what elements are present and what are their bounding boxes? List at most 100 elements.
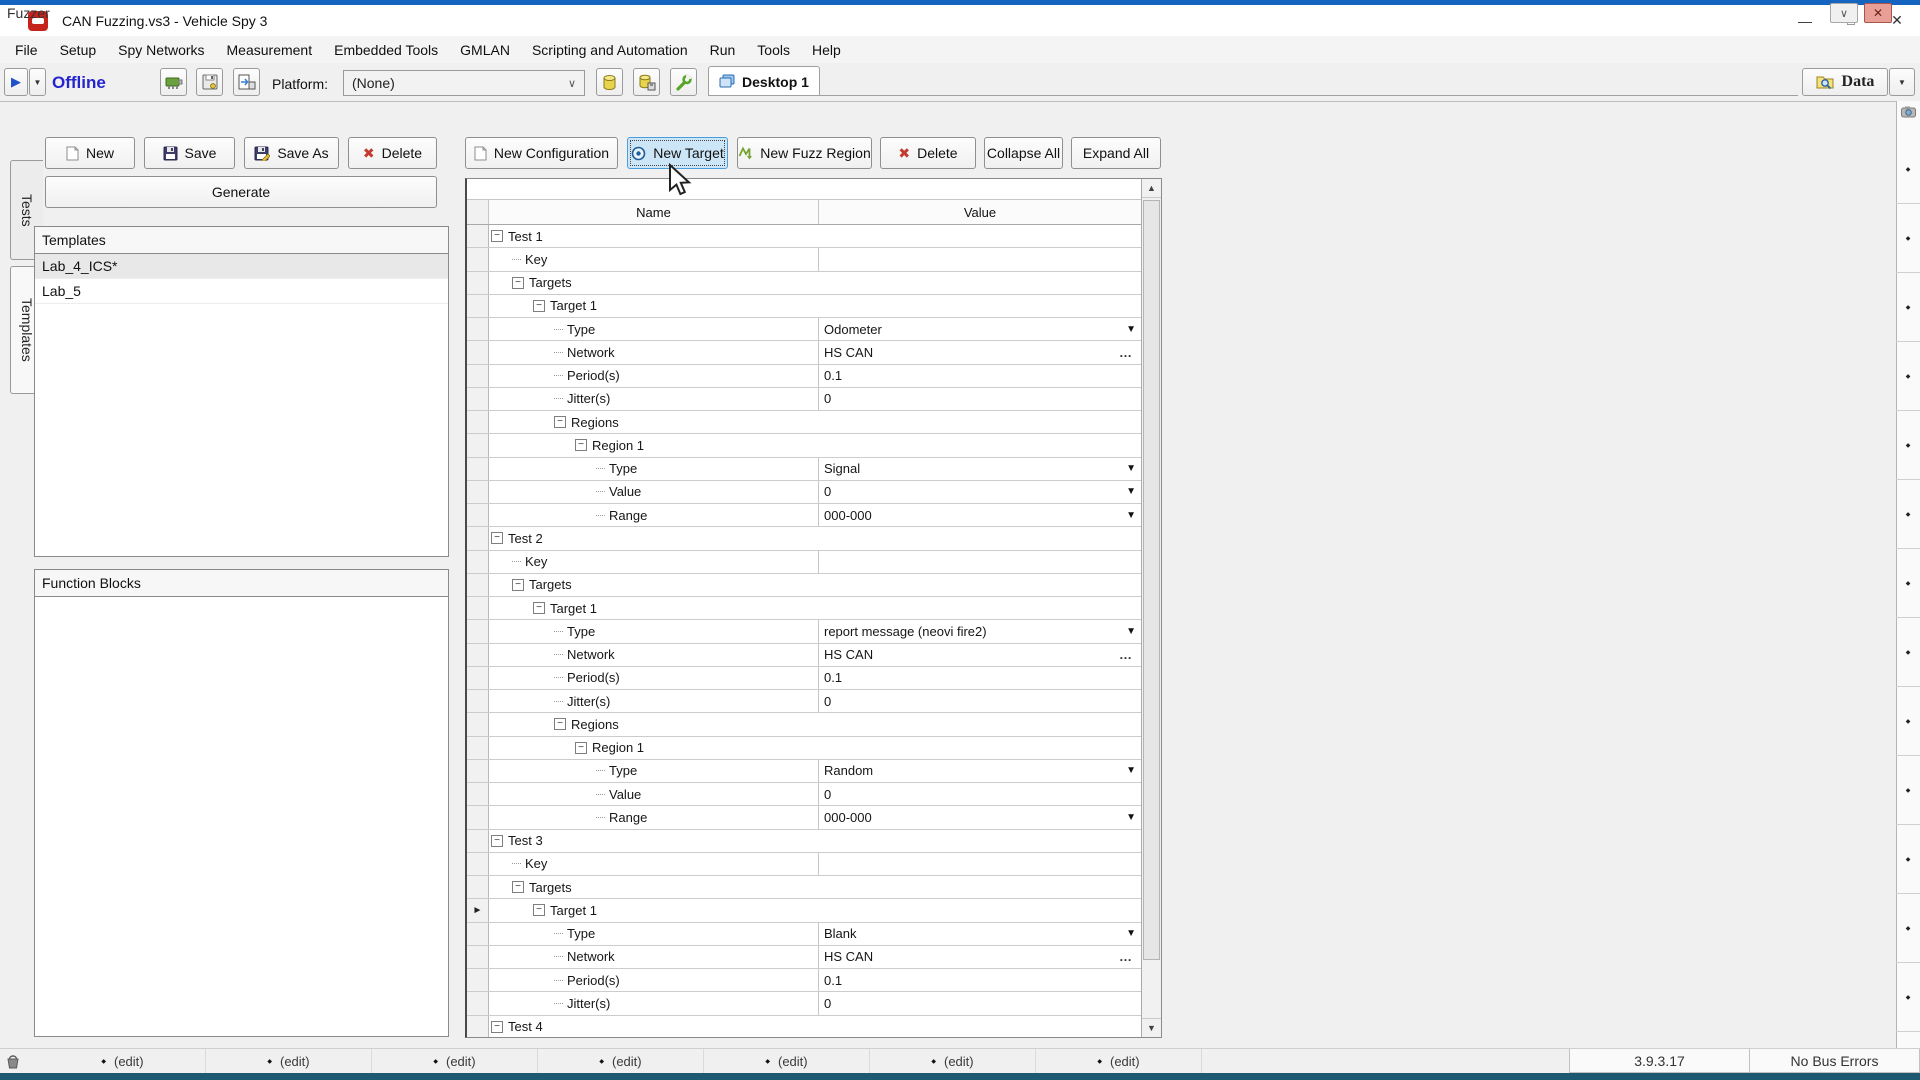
dock-strip-cell[interactable]: ◆ xyxy=(1896,756,1920,825)
table-row[interactable]: Type report message (neovi fire2) ▼ xyxy=(467,620,1141,643)
delete-button[interactable]: ✖ Delete xyxy=(348,137,437,169)
table-row[interactable]: − Target 1 xyxy=(467,295,1141,318)
database-button[interactable] xyxy=(596,68,623,96)
menu-item[interactable]: Help xyxy=(801,38,852,62)
status-edit-cell[interactable]: ◆ (edit) xyxy=(40,1049,206,1073)
ellipsis-button[interactable]: … xyxy=(1119,949,1133,964)
save-setup-button[interactable] xyxy=(196,68,223,96)
delete-target-button[interactable]: ✖ Delete xyxy=(880,137,976,169)
new-configuration-button[interactable]: New Configuration xyxy=(465,137,618,169)
database-save-button[interactable] xyxy=(633,68,660,96)
menu-item[interactable]: Setup xyxy=(49,38,108,62)
dock-strip-cell[interactable]: ◆ xyxy=(1896,825,1920,894)
row-value-cell[interactable]: 000-000 ▼ xyxy=(819,806,1141,828)
table-row[interactable]: Type Blank ▼ xyxy=(467,923,1141,946)
row-value-cell[interactable]: Random ▼ xyxy=(819,760,1141,782)
table-row[interactable]: − Regions xyxy=(467,713,1141,736)
table-row[interactable]: − Test 4 xyxy=(467,1016,1141,1038)
collapse-minus-icon[interactable]: − xyxy=(533,300,545,312)
status-edit-cell[interactable]: ◆ (edit) xyxy=(704,1049,870,1073)
ellipsis-button[interactable]: … xyxy=(1119,345,1133,360)
table-row[interactable]: − Region 1 xyxy=(467,737,1141,760)
scrollbar-thumb[interactable] xyxy=(1143,200,1160,960)
hardware-setup-button[interactable] xyxy=(160,68,187,96)
template-list-item[interactable]: Lab_4_ICS* xyxy=(35,254,448,279)
table-row[interactable]: − Regions xyxy=(467,411,1141,434)
row-value-cell[interactable] xyxy=(819,876,1141,898)
menu-item[interactable]: Tools xyxy=(746,38,801,62)
table-row[interactable]: Jitter(s) 0 xyxy=(467,388,1141,411)
chevron-down-icon[interactable]: ▼ xyxy=(1126,765,1136,776)
platform-select[interactable]: (None) ∨ xyxy=(343,70,585,96)
row-value-cell[interactable] xyxy=(819,713,1141,735)
save-button[interactable]: Save xyxy=(144,137,235,169)
load-setup-button[interactable] xyxy=(233,68,260,96)
table-row[interactable]: Type Signal ▼ xyxy=(467,458,1141,481)
row-value-cell[interactable]: 0 ▼ xyxy=(819,481,1141,503)
menu-item[interactable]: Scripting and Automation xyxy=(521,38,699,62)
menu-item[interactable]: Spy Networks xyxy=(107,38,215,62)
row-value-cell[interactable] xyxy=(819,574,1141,596)
chevron-down-icon[interactable]: ▼ xyxy=(1126,812,1136,823)
table-row[interactable]: − Test 3 xyxy=(467,830,1141,853)
collapse-minus-icon[interactable]: − xyxy=(554,416,566,428)
row-value-cell[interactable]: 0 xyxy=(819,690,1141,712)
options-button[interactable] xyxy=(670,68,697,96)
status-edit-cell[interactable]: ◆ (edit) xyxy=(372,1049,538,1073)
chevron-down-icon[interactable]: ▼ xyxy=(1126,928,1136,939)
expand-all-button[interactable]: Expand All xyxy=(1071,137,1161,169)
dock-strip-cell[interactable]: ◆ xyxy=(1896,549,1920,618)
tree-scrollbar[interactable]: ▲ ▼ xyxy=(1141,179,1161,1037)
table-row[interactable]: Network HS CAN … xyxy=(467,644,1141,667)
camera-icon[interactable] xyxy=(1901,106,1916,118)
row-value-cell[interactable] xyxy=(819,527,1141,549)
chevron-down-icon[interactable]: ▼ xyxy=(1126,463,1136,474)
dock-strip-cell[interactable]: ◆ xyxy=(1896,894,1920,963)
menu-item[interactable]: File xyxy=(4,38,49,62)
dock-strip-cell[interactable]: ◆ xyxy=(1896,135,1920,204)
menu-item[interactable]: Measurement xyxy=(216,38,324,62)
status-edit-cell[interactable]: ◆ (edit) xyxy=(870,1049,1036,1073)
table-row[interactable]: − Targets xyxy=(467,272,1141,295)
row-value-cell[interactable]: Odometer ▼ xyxy=(819,318,1141,340)
menu-item[interactable]: Run xyxy=(699,38,747,62)
panel-menu-button[interactable]: ∨ xyxy=(1830,3,1858,23)
scroll-up-icon[interactable]: ▲ xyxy=(1142,179,1161,198)
run-dropdown-button[interactable]: ▼ xyxy=(29,68,46,96)
row-value-cell[interactable]: 0.1 xyxy=(819,969,1141,991)
table-row[interactable]: Type Odometer ▼ xyxy=(467,318,1141,341)
collapse-all-button[interactable]: Collapse All xyxy=(984,137,1063,169)
table-row[interactable]: Key xyxy=(467,551,1141,574)
row-value-cell[interactable]: Signal ▼ xyxy=(819,458,1141,480)
minimize-button[interactable]: — xyxy=(1782,5,1828,36)
name-column-header[interactable]: Name xyxy=(489,200,819,224)
table-row[interactable]: − Region 1 xyxy=(467,434,1141,457)
collapse-minus-icon[interactable]: − xyxy=(512,579,524,591)
dock-strip-cell[interactable]: ◆ xyxy=(1896,480,1920,549)
dock-strip-cell[interactable]: ◆ xyxy=(1896,204,1920,273)
row-value-cell[interactable] xyxy=(819,853,1141,875)
value-column-header[interactable]: Value xyxy=(819,200,1141,224)
collapse-minus-icon[interactable]: − xyxy=(575,742,587,754)
table-row[interactable]: Period(s) 0.1 xyxy=(467,667,1141,690)
table-row[interactable]: Range 000-000 ▼ xyxy=(467,806,1141,829)
dock-strip-cell[interactable]: ◆ xyxy=(1896,687,1920,756)
row-value-cell[interactable] xyxy=(819,248,1141,270)
collapse-minus-icon[interactable]: − xyxy=(491,230,503,242)
row-value-cell[interactable] xyxy=(819,411,1141,433)
table-row[interactable]: Key xyxy=(467,853,1141,876)
template-list-item[interactable]: Lab_5 xyxy=(35,279,448,304)
status-edit-cell[interactable]: ◆ (edit) xyxy=(1036,1049,1202,1073)
new-button[interactable]: New xyxy=(45,137,135,169)
collapse-minus-icon[interactable]: − xyxy=(533,602,545,614)
save-as-button[interactable]: Save As xyxy=(244,137,339,169)
chevron-down-icon[interactable]: ▼ xyxy=(1126,510,1136,521)
status-edit-cell[interactable]: ◆ (edit) xyxy=(538,1049,704,1073)
table-row[interactable]: − Test 2 xyxy=(467,527,1141,550)
row-value-cell[interactable] xyxy=(819,225,1141,247)
row-value-cell[interactable]: HS CAN … xyxy=(819,644,1141,666)
row-value-cell[interactable]: HS CAN … xyxy=(819,341,1141,363)
collapse-minus-icon[interactable]: − xyxy=(491,1021,503,1033)
row-value-cell[interactable]: 0.1 xyxy=(819,365,1141,387)
table-row[interactable]: Type Random ▼ xyxy=(467,760,1141,783)
